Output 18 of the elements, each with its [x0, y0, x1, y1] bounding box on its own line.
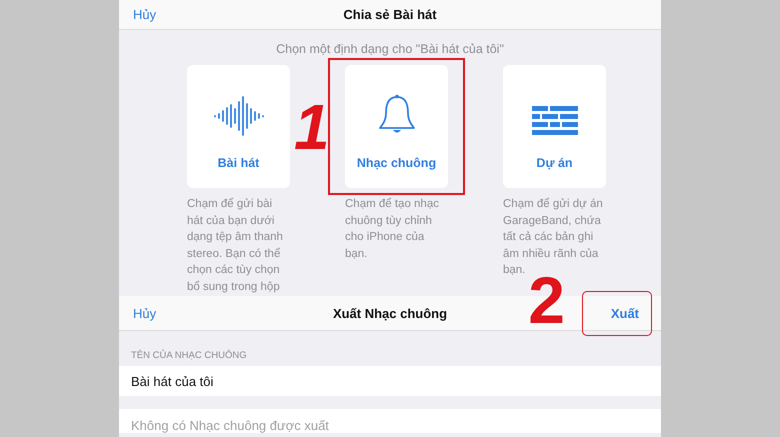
- step-number: 1: [294, 95, 330, 159]
- waveform-icon: [212, 96, 264, 136]
- format-description: Chạm để tạo nhạc chuông tùy chỉnh cho iPhone của bạn.: [345, 196, 440, 262]
- brick-wall-icon: [532, 106, 578, 136]
- format-description: Chạm để gửi bài hát của bạn dưới dạng tệp âm thanh stereo. Bạn có thể chọn các tùy chọn bổ sung trong hộp: [187, 196, 284, 294]
- sheet-title: Chia sẻ Bài hát: [342, 7, 438, 22]
- format-label: Dự án: [536, 156, 573, 170]
- export-button[interactable]: Xuất: [582, 290, 652, 336]
- format-prompt: Chọn một định dạng cho "Bài hát của tôi": [275, 42, 505, 56]
- format-label: Nhạc chuông: [356, 156, 436, 170]
- cancel-link[interactable]: Hủy: [133, 306, 273, 320]
- format-label: Bài hát: [218, 156, 260, 170]
- cancel-link[interactable]: Hủy: [133, 7, 273, 22]
- empty-note: Không có Nhạc chuông được xuất: [119, 409, 661, 433]
- format-card[interactable]: Nhạc chuông: [328, 58, 465, 195]
- sheet-title: Xuất Nhạc chuông: [332, 306, 448, 320]
- name-field[interactable]: Bài hát của tôi: [119, 366, 661, 396]
- section-header: TÊN CỦA NHẠC CHUÔNG: [131, 350, 247, 361]
